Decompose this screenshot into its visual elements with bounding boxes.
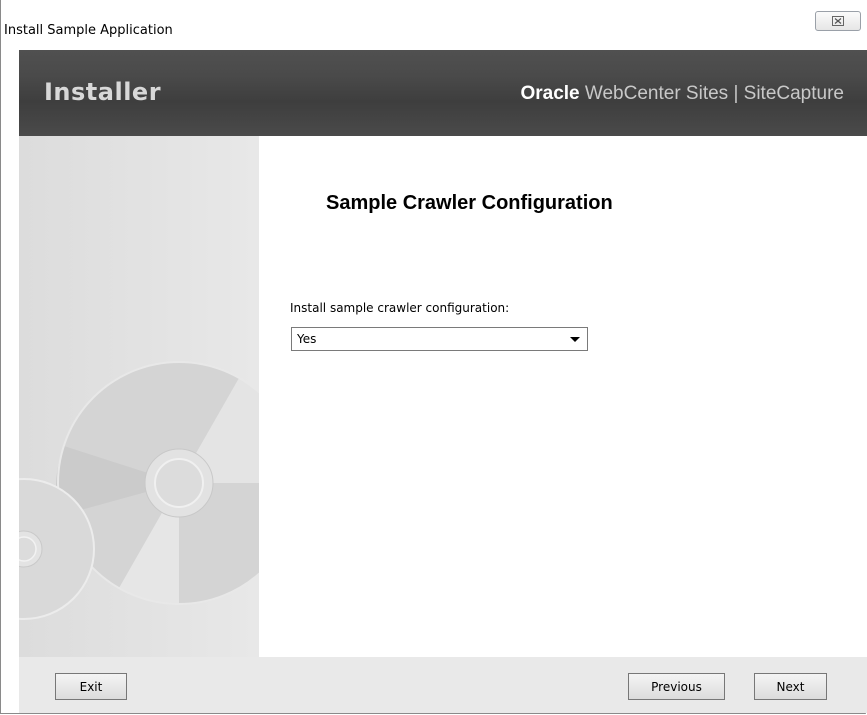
installer-window: Install Sample Application Installer Ora… [0, 0, 867, 714]
next-button[interactable]: Next [754, 673, 827, 700]
decorative-side-panel [19, 136, 259, 657]
button-bar: Exit Previous Next [19, 657, 867, 713]
close-button[interactable] [815, 11, 861, 31]
dropdown-arrow-icon [570, 337, 580, 342]
installer-header: Installer Oracle WebCenter Sites | SiteC… [19, 50, 867, 136]
product-suite: WebCenter Sites | SiteCapture [584, 83, 844, 104]
product-name: Oracle WebCenter Sites | SiteCapture [520, 83, 844, 105]
oracle-logo-text: Oracle [520, 83, 580, 104]
title-bar: Install Sample Application [1, 0, 867, 50]
select-value: Yes [297, 332, 317, 346]
close-icon [832, 16, 844, 26]
exit-button[interactable]: Exit [55, 673, 127, 700]
page-title: Sample Crawler Configuration [326, 192, 613, 214]
window-title: Install Sample Application [4, 23, 173, 38]
installer-brand: Installer [44, 78, 162, 106]
crawler-config-select[interactable]: Yes [291, 327, 588, 351]
main-content: Sample Crawler Configuration Install sam… [259, 136, 867, 657]
cd-disc-icon [19, 361, 259, 620]
previous-button[interactable]: Previous [628, 673, 725, 700]
crawler-config-label: Install sample crawler configuration: [290, 301, 510, 315]
